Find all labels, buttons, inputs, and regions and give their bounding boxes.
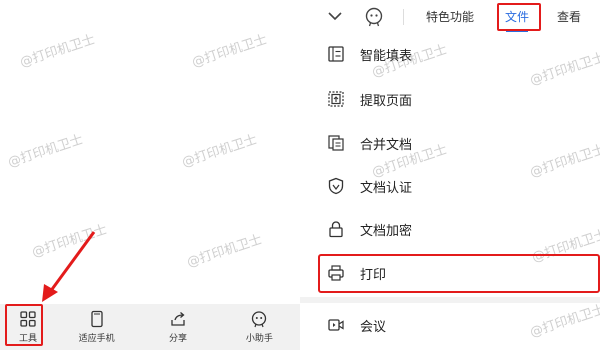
menu-item-document-encryption[interactable]: 文档加密	[300, 209, 600, 249]
meeting-icon	[328, 319, 344, 331]
menu-tab-bar: 特色功能 文件 查看	[300, 0, 600, 34]
menu-item-label: 提取页面	[360, 93, 413, 109]
menu-item-label: 合并文档	[360, 137, 413, 153]
print-highlight-box	[318, 254, 600, 293]
menu-item-extract-pages[interactable]: 提取页面	[300, 79, 600, 119]
menu-item-label: 文档加密	[360, 223, 413, 239]
menu-item-smart-form-fill[interactable]: 智能填表	[300, 34, 600, 74]
menu-item-document-certification[interactable]: 文档认证	[300, 166, 600, 206]
screenshot-root: @打印机卫士 @打印机卫士 @打印机卫士 @打印机卫士 @打印机卫士 @打印机卫…	[0, 0, 600, 350]
menu-divider	[300, 297, 600, 303]
merge-doc-icon	[328, 135, 344, 151]
menu-item-label: 会议	[360, 319, 387, 335]
tab-featured[interactable]: 特色功能	[426, 8, 474, 25]
fit-phone-label: 适应手机	[78, 334, 115, 344]
extract-page-icon	[328, 91, 344, 107]
menu-item-label: 文档认证	[360, 180, 413, 196]
tab-view[interactable]: 查看	[557, 8, 581, 25]
menu-item-meeting[interactable]: 会议	[300, 305, 600, 345]
toolbar-separator	[403, 9, 404, 25]
annotation-arrow	[42, 231, 96, 302]
fit-phone-button[interactable]: 适应手机	[56, 304, 137, 350]
file-tab-highlight-box	[497, 3, 541, 31]
form-fill-icon	[328, 46, 344, 62]
shield-icon	[328, 177, 344, 195]
assistant-icon[interactable]	[363, 6, 385, 28]
menu-item-merge-documents[interactable]: 合并文档	[300, 123, 600, 163]
bottom-toolbar: 工具 适应手机 分享 小助手	[0, 304, 300, 350]
chevron-down-icon[interactable]	[326, 7, 344, 25]
assistant-button[interactable]: 小助手	[219, 304, 300, 350]
phone-fit-icon	[91, 310, 103, 328]
tools-highlight-box	[5, 304, 43, 346]
file-menu-panel: @打印机卫士 @打印机卫士 @打印机卫士 @打印机卫士 @打印机卫士 @打印机卫…	[300, 0, 600, 350]
share-icon	[171, 312, 185, 326]
menu-item-label: 智能填表	[360, 48, 413, 64]
assistant-label: 小助手	[245, 334, 273, 344]
share-label: 分享	[168, 334, 187, 344]
document-view: @打印机卫士 @打印机卫士 @打印机卫士 @打印机卫士 @打印机卫士 @打印机卫…	[0, 0, 300, 350]
share-button[interactable]: 分享	[137, 304, 218, 350]
lock-icon	[329, 221, 343, 238]
assistant-icon	[252, 311, 267, 328]
